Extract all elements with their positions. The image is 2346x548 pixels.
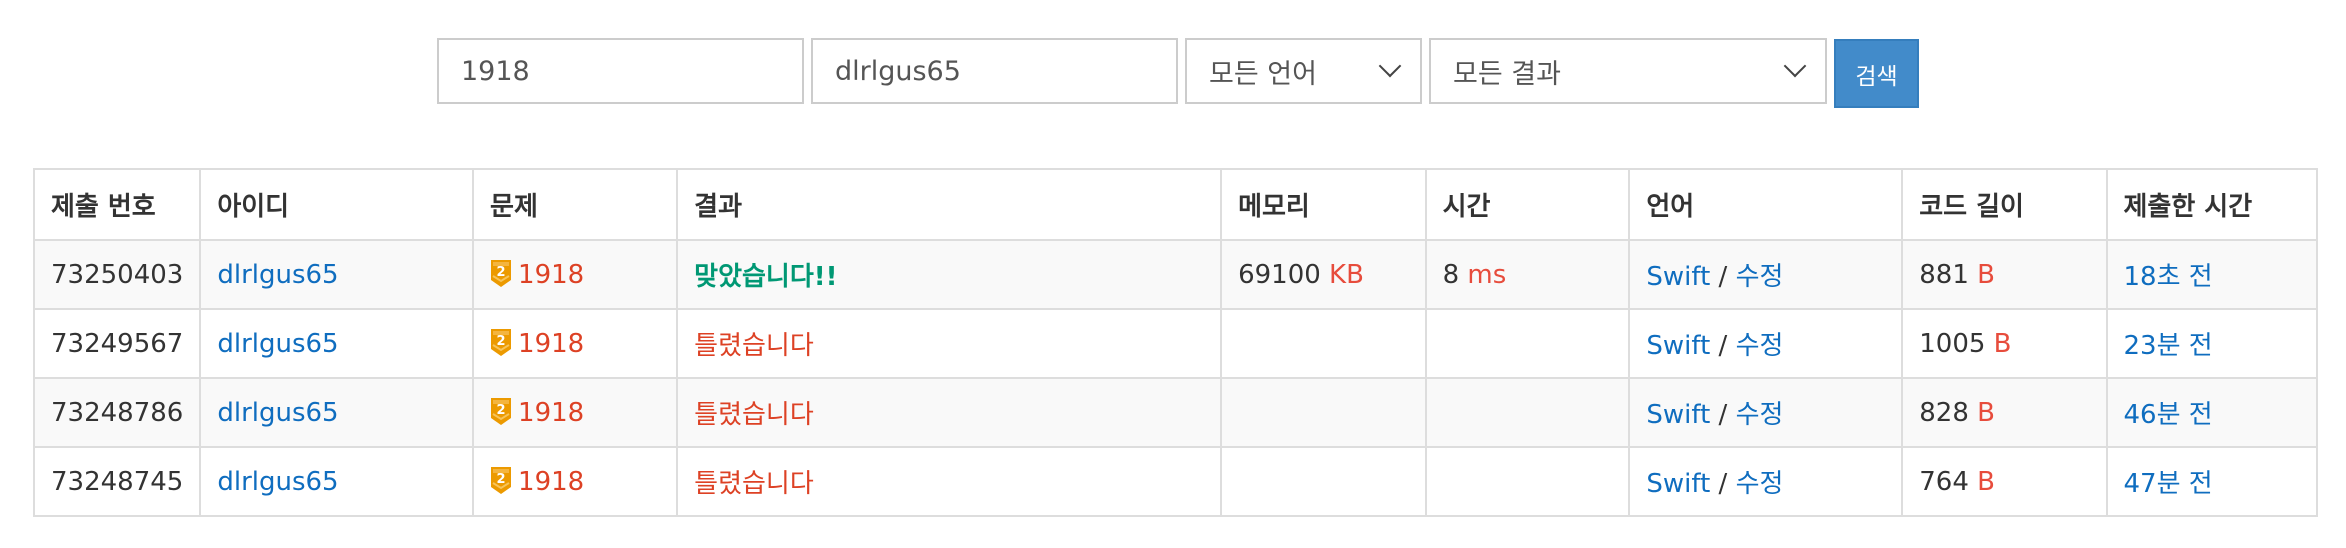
column-header: 메모리 [1220,168,1427,241]
problem-cell: 2 1918 [472,308,679,379]
language-cell: Swift / 수정 [1628,239,1904,310]
submission-status-table: 제출 번호 아이디 문제 결과 메모리 시간 언어 코드 길이 제출한 시간 7… [32,168,2318,517]
table-row: 73248786 dlrlgus65 2 1918 틀렸습니다 Swift / 수정 82… [32,377,2318,448]
code-length-unit: B [1977,397,1995,428]
problem-cell: 2 1918 [472,239,679,310]
problem-link[interactable]: 1918 [518,398,584,428]
user-link[interactable]: dlrlgus65 [217,398,338,428]
language-link[interactable]: Swift [1646,262,1710,292]
memory-cell [1220,377,1427,448]
separator: / [1718,469,1728,499]
code-length-cell: 1005 B [1901,308,2108,379]
column-header: 코드 길이 [1901,168,2108,241]
user-id-value: dlrlgus65 [835,55,961,87]
language-link[interactable]: Swift [1646,469,1710,499]
result-text: 틀렸습니다 [694,400,814,430]
code-length-value: 1005 [1919,328,1986,359]
column-header: 제출한 시간 [2105,168,2318,241]
column-header: 결과 [676,168,1223,241]
problem-id-input[interactable]: 1918 [437,38,804,104]
submission-id: 73250403 [32,239,202,310]
tier-badge-icon: 2 [490,397,512,426]
column-header: 언어 [1628,168,1904,241]
svg-text:2: 2 [497,472,506,487]
svg-text:2: 2 [497,403,506,418]
language-cell: Swift / 수정 [1628,377,1904,448]
search-button[interactable]: 검색 [1834,39,1919,108]
code-length-value: 828 [1919,397,1969,428]
problem-id-value: 1918 [461,55,530,87]
submitted-time-link[interactable]: 18초 전 [2124,262,2213,292]
memory-cell: 69100 KB [1220,239,1427,310]
chevron-down-icon [1783,54,1807,78]
column-header: 제출 번호 [32,168,202,241]
language-cell: Swift / 수정 [1628,446,1904,517]
user-link[interactable]: dlrlgus65 [217,329,338,359]
time-cell [1424,446,1631,517]
time-unit: ms [1467,259,1507,290]
code-length-unit: B [1977,466,1995,497]
edit-link[interactable]: 수정 [1736,400,1784,430]
memory-cell [1220,446,1427,517]
code-length-cell: 764 B [1901,446,2108,517]
submission-id: 73249567 [32,308,202,379]
separator: / [1718,331,1728,361]
language-cell: Swift / 수정 [1628,308,1904,379]
language-select-value: 모든 언어 [1209,58,1317,90]
code-length-value: 881 [1919,259,1969,290]
problem-link[interactable]: 1918 [518,467,584,497]
language-select[interactable]: 모든 언어 [1185,38,1422,104]
edit-link[interactable]: 수정 [1736,469,1784,499]
time-cell: 8 ms [1424,239,1631,310]
time-cell [1424,377,1631,448]
table-header-row: 제출 번호 아이디 문제 결과 메모리 시간 언어 코드 길이 제출한 시간 [32,168,2318,241]
problem-link[interactable]: 1918 [518,329,584,359]
memory-unit: KB [1329,259,1364,290]
submitted-time-link[interactable]: 23분 전 [2124,331,2213,361]
column-header: 아이디 [199,168,475,241]
code-length-unit: B [1993,328,2012,359]
result-text: 틀렸습니다 [694,469,814,499]
language-link[interactable]: Swift [1646,400,1710,430]
code-length-unit: B [1977,259,1995,290]
problem-link[interactable]: 1918 [518,260,584,290]
submitted-time-link[interactable]: 46분 전 [2124,400,2213,430]
time-cell [1424,308,1631,379]
memory-cell [1220,308,1427,379]
code-length-cell: 828 B [1901,377,2108,448]
submission-id: 73248745 [32,446,202,517]
table-row: 73250403 dlrlgus65 2 1918 맞았습니다!! 69100 KB 8 m… [32,239,2318,310]
result-text: 맞았습니다!! [694,262,838,292]
tier-badge-icon: 2 [490,466,512,495]
submitted-time-link[interactable]: 47분 전 [2124,469,2213,499]
result-select-value: 모든 결과 [1453,58,1561,90]
separator: / [1718,400,1728,430]
user-id-input[interactable]: dlrlgus65 [811,38,1178,104]
time-value: 8 [1442,259,1460,290]
table-row: 73248745 dlrlgus65 2 1918 틀렸습니다 Swift / 수정 76… [32,446,2318,517]
code-length-value: 764 [1919,466,1969,497]
problem-cell: 2 1918 [472,446,679,517]
user-link[interactable]: dlrlgus65 [217,260,338,290]
chevron-down-icon [1378,54,1402,78]
code-length-cell: 881 B [1901,239,2108,310]
svg-text:2: 2 [497,334,506,349]
tier-badge-icon: 2 [490,259,512,288]
column-header: 문제 [472,168,679,241]
problem-cell: 2 1918 [472,377,679,448]
memory-value: 69100 [1238,259,1321,290]
submission-id: 73248786 [32,377,202,448]
tier-badge-icon: 2 [490,328,512,357]
table-row: 73249567 dlrlgus65 2 1918 틀렸습니다 Swift / 수정 10… [32,308,2318,379]
result-select[interactable]: 모든 결과 [1429,38,1827,104]
separator: / [1718,262,1728,292]
edit-link[interactable]: 수정 [1736,262,1784,292]
edit-link[interactable]: 수정 [1736,331,1784,361]
column-header: 시간 [1424,168,1631,241]
svg-text:2: 2 [497,265,506,280]
language-link[interactable]: Swift [1646,331,1710,361]
user-link[interactable]: dlrlgus65 [217,467,338,497]
result-text: 틀렸습니다 [694,331,814,361]
